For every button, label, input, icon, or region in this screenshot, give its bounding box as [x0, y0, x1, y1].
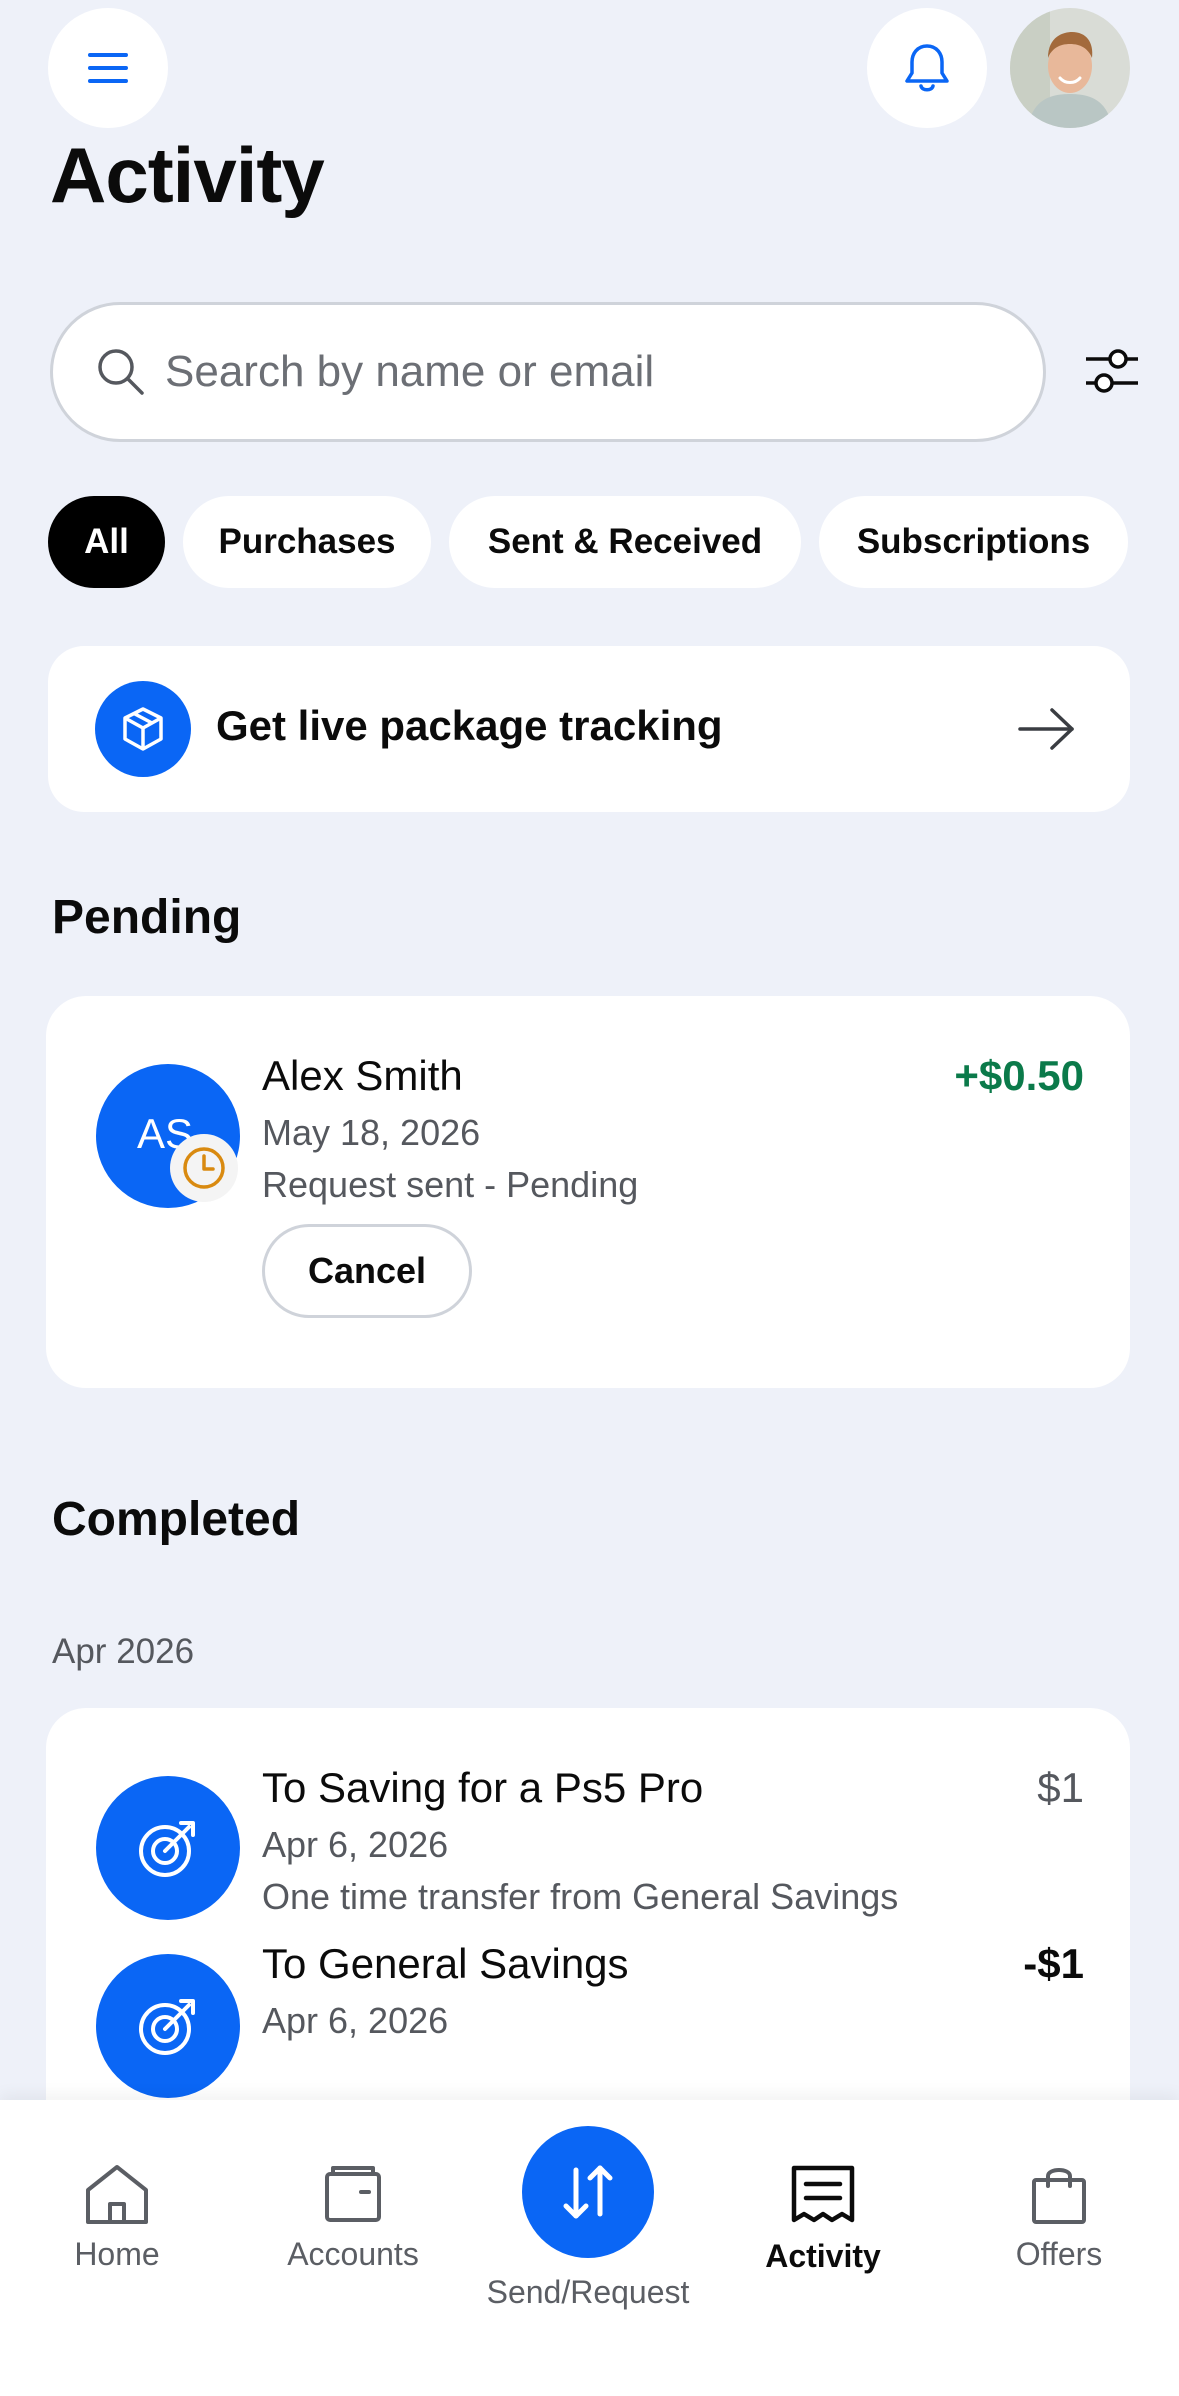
transaction-amount: +$0.50	[954, 1052, 1084, 1099]
target-icon	[139, 1821, 195, 1877]
arrow-right-icon	[1018, 708, 1074, 750]
transaction-amount: -$1	[1023, 1940, 1084, 1987]
package-icon	[123, 707, 163, 751]
transaction-date: May 18, 2026	[262, 1112, 481, 1153]
profile-avatar[interactable]	[1010, 8, 1130, 128]
nav-accounts[interactable]: Accounts	[253, 2162, 453, 2273]
nav-send-request-label: Send/Request	[486, 2274, 690, 2310]
search-input[interactable]: Search by name or email	[50, 302, 1046, 442]
savings-goal-avatar	[96, 1954, 240, 2098]
savings-goal-avatar	[96, 1776, 240, 1920]
nav-send-request[interactable]: Send/Request	[486, 2126, 690, 2311]
transaction-date: Apr 6, 2026	[262, 2000, 449, 2041]
nav-home-label: Home	[74, 2236, 160, 2272]
filter-chip-purchases[interactable]: Purchases	[183, 496, 431, 588]
filter-chip-sent-received[interactable]: Sent & Received	[449, 496, 801, 588]
pending-transaction-card[interactable]: AS Alex Smith May 18, 2026 Request sent …	[46, 996, 1130, 1388]
search-icon	[98, 349, 144, 395]
home-icon	[86, 2165, 148, 2224]
bell-icon	[905, 44, 949, 92]
sliders-icon	[1086, 349, 1138, 393]
package-icon-badge	[95, 681, 191, 777]
profile-photo	[1010, 8, 1130, 128]
transaction-row[interactable]: To Saving for a Ps5 Pro Apr 6, 2026 One …	[46, 1708, 1130, 1932]
notifications-button[interactable]	[867, 8, 987, 128]
transaction-name: To Saving for a Ps5 Pro	[262, 1764, 704, 1811]
menu-button[interactable]	[48, 8, 168, 128]
transaction-date: Apr 6, 2026	[262, 1824, 449, 1865]
nav-home[interactable]: Home	[17, 2162, 217, 2273]
package-tracking-label: Get live package tracking	[216, 702, 723, 749]
completed-section-title: Completed	[52, 1493, 301, 1546]
nav-offers[interactable]: Offers	[959, 2162, 1159, 2273]
transaction-name: To General Savings	[262, 1940, 629, 1987]
nav-activity-label: Activity	[765, 2238, 881, 2274]
month-header: Apr 2026	[52, 1632, 195, 1671]
search-placeholder: Search by name or email	[165, 347, 655, 396]
activity-receipt-icon	[791, 2165, 855, 2223]
clock-icon	[183, 1147, 225, 1189]
nav-accounts-label: Accounts	[287, 2236, 419, 2272]
target-icon	[139, 1999, 195, 2055]
filter-settings-button[interactable]	[1084, 345, 1140, 402]
filter-chip-all[interactable]: All	[48, 496, 165, 588]
transaction-status: Request sent - Pending	[262, 1164, 639, 1205]
cancel-request-button[interactable]: Cancel	[262, 1224, 472, 1318]
transaction-name: Alex Smith	[262, 1052, 463, 1099]
send-request-fab[interactable]	[522, 2126, 654, 2258]
page-title: Activity	[50, 131, 325, 219]
hamburger-menu-icon	[88, 53, 128, 83]
transaction-amount: $1	[1037, 1764, 1084, 1811]
transaction-detail: One time transfer from General Savings	[262, 1876, 899, 1917]
wallet-icon	[325, 2166, 381, 2222]
nav-activity[interactable]: Activity	[723, 2164, 923, 2275]
pending-section-title: Pending	[52, 891, 242, 944]
transfer-arrows-icon	[563, 2165, 613, 2219]
nav-offers-label: Offers	[1015, 2236, 1103, 2272]
bottom-navigation: Home Accounts Send/Request Activity Offe…	[0, 2100, 1179, 2396]
filter-chip-subscriptions[interactable]: Subscriptions	[819, 496, 1128, 588]
pending-clock-badge	[170, 1134, 238, 1202]
shopping-bag-icon	[1032, 2168, 1086, 2224]
package-tracking-banner[interactable]: Get live package tracking	[48, 646, 1130, 812]
